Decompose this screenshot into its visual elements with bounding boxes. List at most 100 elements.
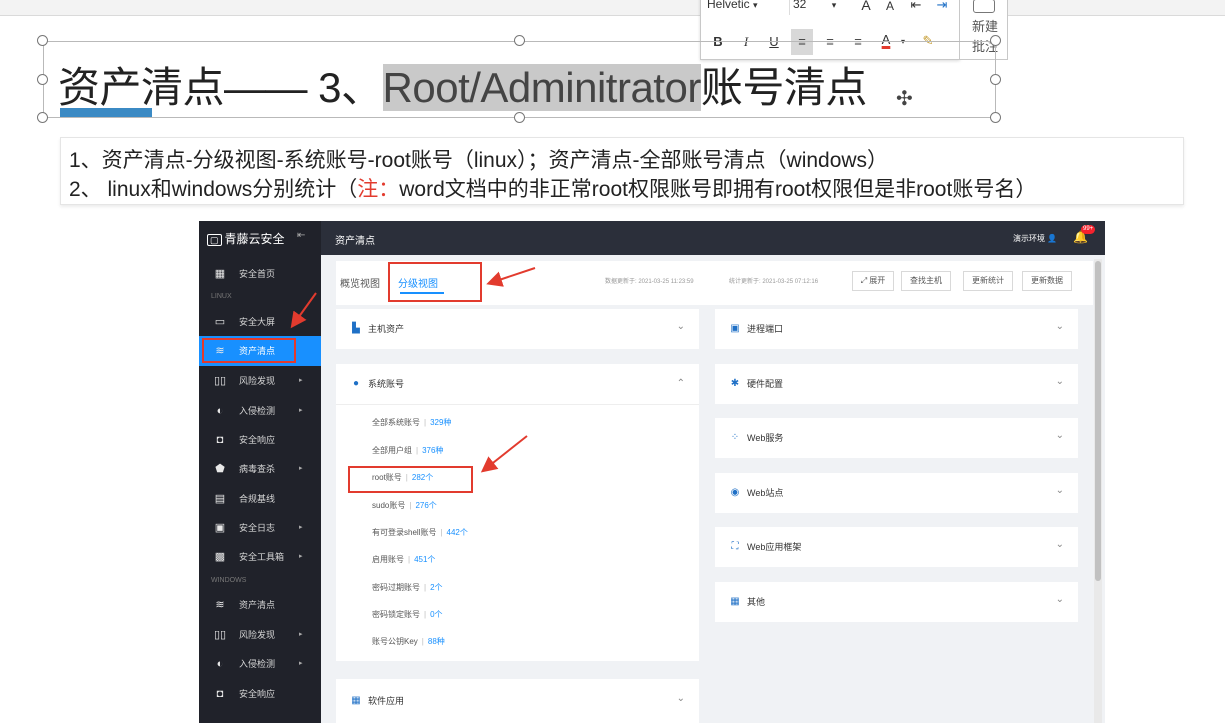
sidebar-item-label: 风险发现 (239, 376, 276, 386)
grid-icon: ▦ (214, 268, 226, 280)
card-hardware[interactable]: ✱ 硬件配置 ⌄ (715, 364, 1078, 404)
toolbox-icon: ▩ (214, 551, 226, 563)
resize-handle[interactable] (990, 74, 1001, 85)
slide-title[interactable]: 资产清点—— 3、Root/Adminitrator账号清点 (58, 54, 867, 115)
sidebar-item-risk[interactable]: ▯▯ 风险发现 ▸ (199, 366, 321, 396)
card-software-apps[interactable]: ▦ 软件应用 ⌄ (336, 679, 699, 723)
description-line-2: 2、 linux和windows分别统计（注：word文档中的非正常root权限… (69, 173, 1036, 203)
update-stats-button[interactable]: 更新统计 (963, 271, 1013, 291)
card-web-sites[interactable]: ◉ Web站点 ⌄ (715, 473, 1078, 513)
title-selected-text: Root/Adminitrator (382, 64, 701, 111)
sidebar-item-toolbox[interactable]: ▩ 安全工具箱 ▸ (199, 542, 321, 572)
find-host-button[interactable]: 查找主机 (901, 271, 951, 291)
account-row[interactable]: sudo账号 | 276个 (372, 500, 437, 512)
expand-button[interactable]: ⤢ 展开 (852, 271, 894, 291)
chevron-down-icon[interactable]: ⌄ (677, 693, 685, 705)
environment-user[interactable]: 演示环境 👤 (1013, 233, 1057, 244)
chevron-down-icon[interactable]: ⌄ (1056, 539, 1064, 551)
resize-handle[interactable] (514, 35, 525, 46)
description-textbox[interactable]: 1、资产清点-分级视图-系统账号-root账号（linux）；资产清点-全部账号… (60, 137, 1184, 205)
sidebar-item-label: 资产清点 (239, 600, 276, 610)
tab-overview[interactable]: 概览视图 (340, 275, 380, 290)
sidebar-item-intrusion[interactable]: ◐ 入侵检测 ▸ (199, 396, 321, 426)
card-process-ports[interactable]: ▣ 进程端口 ⌄ (715, 309, 1078, 349)
caret-icon: ▸ (299, 631, 303, 638)
sidebar-item-win-response[interactable]: ◘ 安全响应 (199, 679, 321, 709)
risk-icon: ▯▯ (213, 375, 227, 387)
account-row[interactable]: 全部系统账号 | 329种 (372, 417, 451, 429)
editor-top-strip (0, 0, 1225, 16)
collapse-menu-icon[interactable]: ⇤ (297, 230, 305, 241)
card-web-services[interactable]: ⁘ Web服务 ⌄ (715, 418, 1078, 458)
note-label: 注： (357, 178, 400, 201)
card-title: 进程端口 (747, 324, 784, 334)
resize-handle[interactable] (514, 112, 525, 123)
sidebar-group-windows: WINDOWS (211, 577, 247, 584)
annotation-box-tab (388, 262, 482, 302)
shield-icon: ⬟ (215, 463, 225, 475)
chevron-down-icon[interactable]: ⌄ (1056, 321, 1064, 333)
sidebar-item-response[interactable]: ◘ 安全响应 (199, 425, 321, 455)
sidebar-item-win-risk[interactable]: ▯▯ 风险发现 ▸ (199, 620, 321, 650)
radar-icon: ◐ (216, 658, 224, 670)
chevron-down-icon[interactable]: ⌄ (1056, 594, 1064, 606)
stats-update-time: 统计更新于: 2021-03-25 07:12:16 (729, 279, 819, 285)
card-title: 其他 (747, 597, 766, 607)
card-title: 系统账号 (368, 379, 405, 389)
resize-handle[interactable] (37, 35, 48, 46)
sidebar-item-label: 合规基线 (239, 494, 276, 504)
card-title: 主机资产 (368, 324, 405, 334)
account-row[interactable]: 有可登录shell账号 | 442个 (372, 527, 468, 539)
embedded-app-screenshot: ▢ 青藤云安全 ⇤ ▦ 安全首页 LINUX ▭ 安全大屏 ≋ 资产清点 ▯▯ 风险发现 ▸… (199, 221, 1105, 723)
chevron-down-icon[interactable]: ⌄ (1056, 376, 1064, 388)
sidebar-item-home[interactable]: ▦ 安全首页 (199, 259, 321, 289)
sidebar-item-label: 安全响应 (239, 689, 276, 699)
account-row[interactable]: 全部用户组 | 376种 (372, 445, 443, 457)
font-size-select[interactable]: 32 ▾ (789, 0, 849, 15)
chevron-down-icon: ▾ (753, 0, 758, 10)
title-suffix: 账号清点 (700, 64, 868, 111)
resize-handle[interactable] (37, 74, 48, 85)
font-name-select[interactable]: Helvetic ▾ (707, 0, 785, 15)
decrease-indent-icon[interactable]: ⇤ (905, 0, 927, 16)
chevron-down-icon[interactable]: ⌄ (677, 321, 685, 333)
scrollbar-thumb[interactable] (1095, 261, 1101, 581)
user-icon: 👤 (1047, 234, 1058, 243)
card-web-frameworks[interactable]: ⛶ Web应用框架 ⌄ (715, 527, 1078, 567)
update-data-button[interactable]: 更新数据 (1022, 271, 1072, 291)
sidebar-group-linux: LINUX (211, 293, 232, 300)
caret-icon: ▸ (299, 377, 303, 384)
chevron-up-icon[interactable]: ⌃ (677, 378, 685, 390)
comment-icon (973, 0, 995, 13)
account-row[interactable]: 启用账号 | 451个 (372, 554, 435, 566)
caret-icon: ▸ (299, 524, 303, 531)
sidebar-item-baseline[interactable]: ▤ 合规基线 (199, 484, 321, 514)
data-update-time: 数据更新于: 2021-03-25 11:23:59 (605, 279, 694, 285)
card-title: Web应用框架 (747, 542, 802, 552)
resize-handle[interactable] (37, 112, 48, 123)
sidebar-item-antivirus[interactable]: ⬟ 病毒查杀 ▸ (199, 454, 321, 484)
checklist-icon: ▤ (214, 493, 226, 505)
increase-indent-icon[interactable]: ⇥ (931, 0, 953, 16)
chevron-down-icon[interactable]: ⌄ (1056, 430, 1064, 442)
card-host-assets[interactable]: ▙ 主机资产 ⌄ (336, 309, 699, 349)
account-row[interactable]: 密码锁定账号 | 0个 (372, 609, 443, 621)
grow-font-button[interactable]: A (855, 0, 877, 16)
title-textbox[interactable]: 资产清点—— 3、Root/Adminitrator账号清点 (43, 41, 996, 118)
divider (336, 404, 699, 405)
chevron-down-icon[interactable]: ⌄ (1056, 485, 1064, 497)
host-icon: ▙ (352, 323, 360, 334)
screen-icon: ▭ (214, 316, 226, 328)
card-other[interactable]: ▦ 其他 ⌄ (715, 582, 1078, 622)
account-row[interactable]: 密码过期账号 | 2个 (372, 582, 443, 594)
caret-icon: ▸ (299, 553, 303, 560)
resize-handle[interactable] (990, 35, 1001, 46)
user-icon: ● (352, 378, 360, 389)
sidebar-item-logs[interactable]: ▣ 安全日志 ▸ (199, 513, 321, 543)
shrink-font-button[interactable]: A (879, 0, 901, 17)
sidebar-item-win-intrusion[interactable]: ◐ 入侵检测 ▸ (199, 649, 321, 679)
sidebar-item-big-screen[interactable]: ▭ 安全大屏 (199, 307, 321, 337)
resize-handle[interactable] (990, 112, 1001, 123)
account-row[interactable]: 账号公钥Key | 88种 (372, 636, 445, 648)
sidebar-item-win-asset-inventory[interactable]: ≋ 资产清点 (199, 590, 321, 620)
